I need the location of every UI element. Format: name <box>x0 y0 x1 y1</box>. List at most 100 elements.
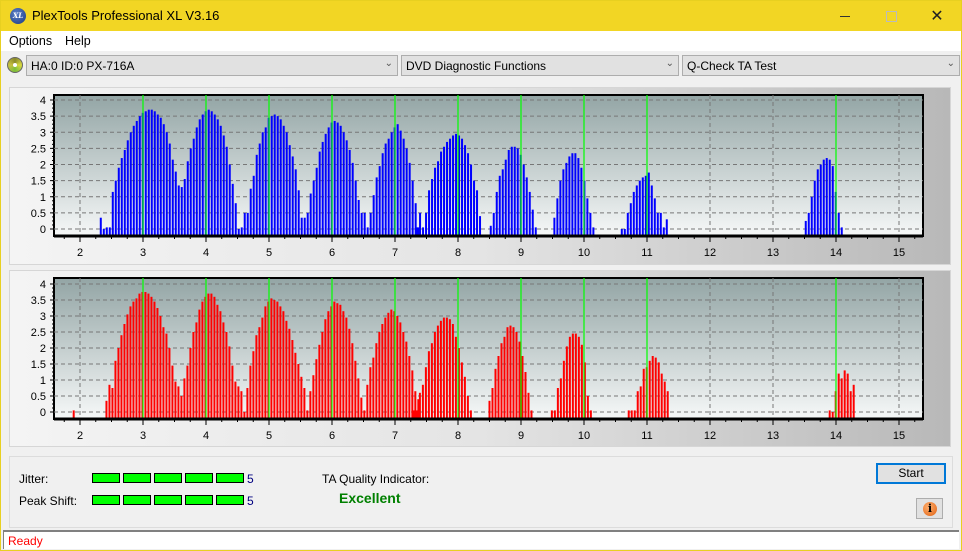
bar <box>195 127 198 236</box>
title-bar[interactable]: XL PlexTools Professional XL V3.16 ✕ <box>1 1 961 31</box>
bar <box>419 212 422 236</box>
bar <box>216 304 219 419</box>
bar <box>396 124 399 236</box>
bar <box>306 212 309 236</box>
device-select-value: HA:0 ID:0 PX-716A <box>31 59 135 73</box>
menu-help[interactable]: Help <box>65 34 91 48</box>
x-tick-label: 6 <box>329 430 335 442</box>
info-button[interactable]: i <box>916 498 943 519</box>
bar <box>219 125 222 236</box>
bar <box>666 391 669 419</box>
bar <box>571 333 574 419</box>
bar <box>491 388 494 419</box>
bottom-chart-panel: 0 0.5 1 1.5 2 2.5 3 3.5 4 2 3 4 5 6 7 8 9 10 11 12 13 14 15 <box>9 270 951 447</box>
bar <box>577 158 580 236</box>
x-tick-label: 10 <box>578 247 590 259</box>
meter-segment <box>216 495 244 505</box>
start-button[interactable]: Start <box>876 463 946 484</box>
bar <box>449 138 452 236</box>
bar <box>439 320 442 419</box>
chevron-down-icon: ⌄ <box>946 58 955 69</box>
y-tick-label: 2.5 <box>31 143 46 155</box>
bar <box>553 217 556 236</box>
bar <box>653 198 656 236</box>
bar <box>454 336 457 419</box>
bar <box>455 133 458 236</box>
bar <box>636 391 639 419</box>
bar <box>168 143 171 236</box>
bar <box>654 357 657 419</box>
bar <box>436 325 439 419</box>
bar <box>333 301 336 419</box>
bar <box>437 161 440 236</box>
bar <box>402 332 405 419</box>
bar <box>512 327 515 419</box>
bar <box>501 169 504 236</box>
bar <box>162 124 165 236</box>
bar <box>168 348 171 419</box>
bar <box>138 116 141 236</box>
bottom-chart: 0 0.5 1 1.5 2 2.5 3 3.5 4 2 3 4 5 6 7 8 9 10 11 12 13 14 15 <box>31 277 924 442</box>
menu-options[interactable]: Options <box>9 34 52 48</box>
bar <box>261 132 264 236</box>
bar <box>810 196 813 236</box>
x-tick-label: 15 <box>893 247 905 259</box>
bar <box>252 351 255 419</box>
bar <box>528 191 531 236</box>
bar <box>348 328 351 419</box>
bar <box>504 159 507 236</box>
menu-bar: Options Help <box>1 31 961 51</box>
bar <box>408 356 411 419</box>
x-tick-label: 11 <box>641 247 652 259</box>
y-tick-label: 0.5 <box>31 391 46 403</box>
close-button[interactable]: ✕ <box>914 1 960 31</box>
ta-quality-value: Excellent <box>339 490 401 506</box>
bar <box>165 132 168 236</box>
maximize-button[interactable] <box>868 1 914 31</box>
bar <box>147 293 150 419</box>
bar <box>213 296 216 419</box>
test-select[interactable]: Q-Check TA Test ⌄ <box>682 55 960 76</box>
device-select[interactable]: HA:0 ID:0 PX-716A ⌄ <box>26 55 398 76</box>
bar <box>466 396 469 419</box>
x-tick-label: 9 <box>518 430 524 442</box>
bar <box>135 120 138 236</box>
bar <box>442 317 445 419</box>
bar <box>258 327 261 419</box>
bar <box>568 156 571 236</box>
bar <box>318 151 321 236</box>
bar <box>580 167 583 236</box>
bar <box>186 365 189 419</box>
bar <box>285 320 288 419</box>
bar <box>174 381 177 419</box>
bar <box>384 317 387 419</box>
bar <box>177 185 180 236</box>
top-chart: 0 0.5 1 1.5 2 2.5 3 3.5 4 2 3 4 5 6 7 8 9 10 11 12 13 14 15 <box>31 94 924 259</box>
bar <box>222 135 225 236</box>
bar <box>180 187 183 236</box>
bar <box>515 332 518 419</box>
bar <box>255 335 258 419</box>
bar <box>282 311 285 419</box>
bar <box>473 180 476 236</box>
bar <box>303 217 306 236</box>
x-tick-label: 5 <box>266 430 272 442</box>
minimize-button[interactable] <box>822 1 868 31</box>
bar <box>219 311 222 419</box>
bar <box>129 132 132 236</box>
bar <box>276 116 279 236</box>
bar <box>144 292 147 419</box>
bar <box>804 220 807 236</box>
bar <box>390 309 393 419</box>
function-group-select[interactable]: DVD Diagnostic Functions ⌄ <box>401 55 679 76</box>
bar <box>207 293 210 419</box>
bar <box>430 343 433 419</box>
bar <box>656 212 659 236</box>
bar <box>443 146 446 236</box>
bar <box>531 209 534 236</box>
bar <box>629 203 632 236</box>
peak-shift-label: Peak Shift: <box>19 494 78 508</box>
bar <box>586 198 589 236</box>
x-tick-label: 3 <box>140 430 146 442</box>
x-tick-label: 13 <box>767 247 779 259</box>
